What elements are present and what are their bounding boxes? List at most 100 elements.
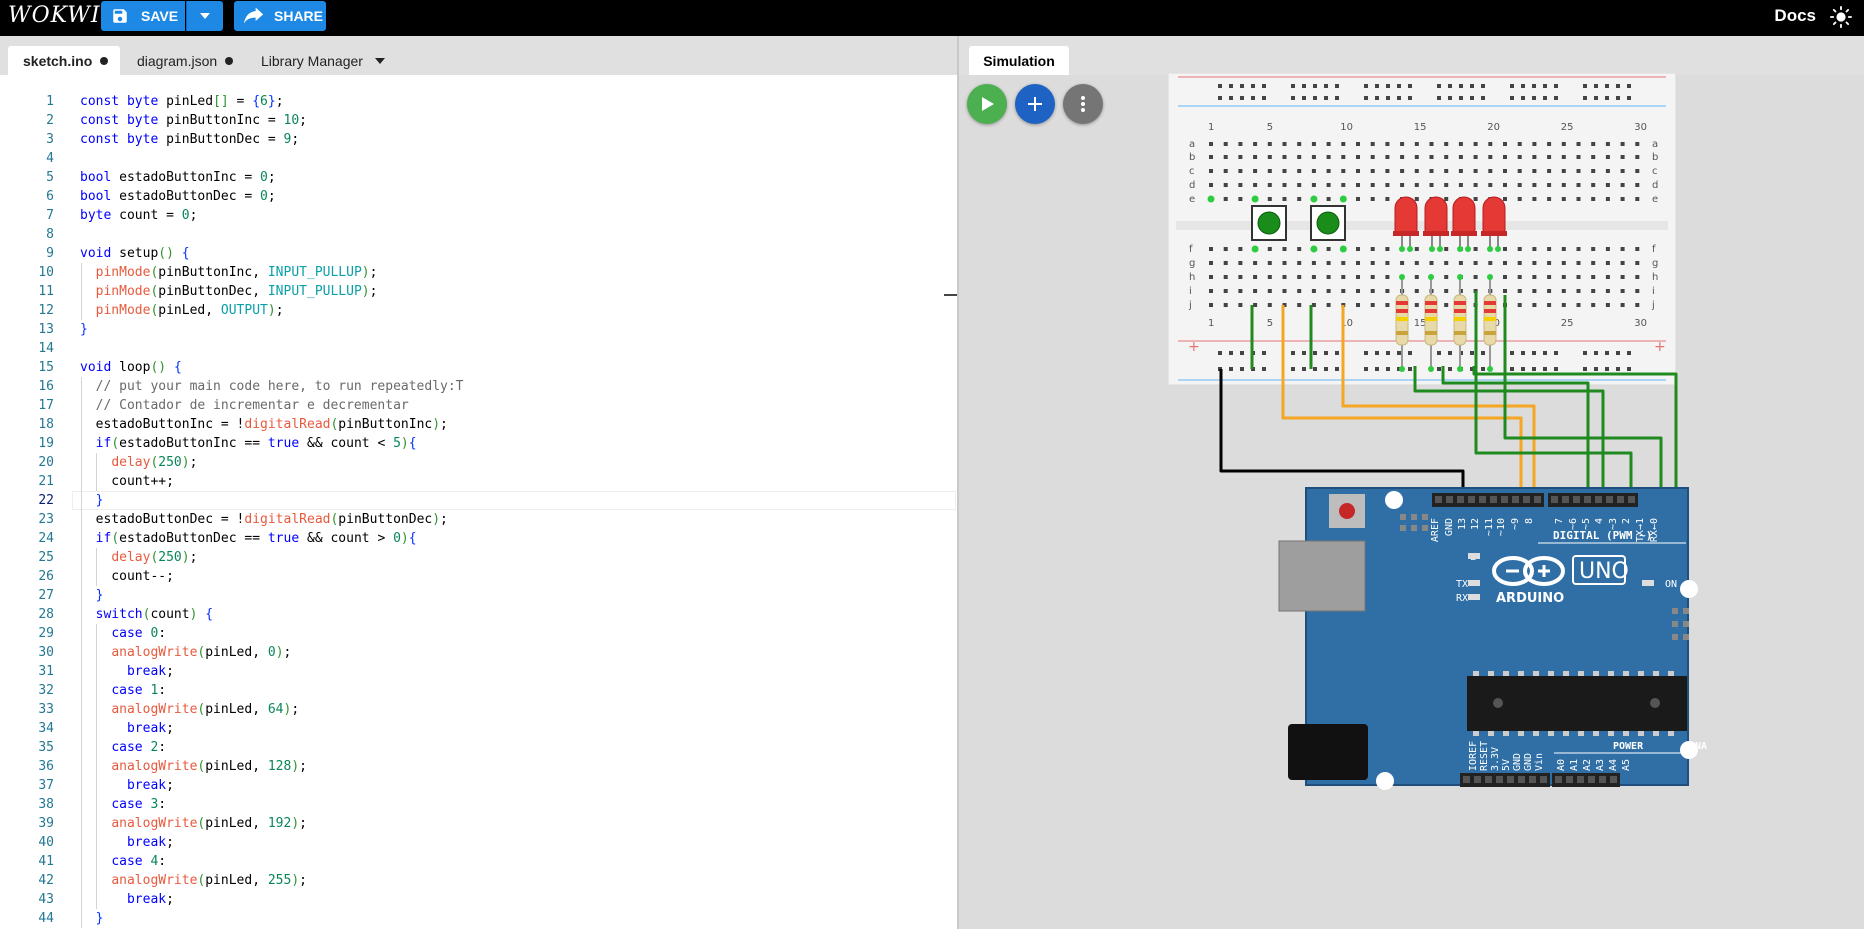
breadboard-hole: [1229, 96, 1233, 100]
breadboard-hole: [1414, 155, 1419, 159]
code-line[interactable]: 37 break;: [0, 776, 957, 795]
breadboard[interactable]: 151015202530 151015202530 aabbccddeeffgg…: [1168, 73, 1677, 386]
code-text: case 3:: [111, 797, 167, 812]
code-line[interactable]: 33 analogWrite(pinLed, 64);: [0, 700, 957, 719]
code-line[interactable]: 35 case 2:: [0, 738, 957, 757]
code-line[interactable]: 27 }: [0, 586, 957, 605]
code-line[interactable]: 1 const byte pinLed[] = {6};: [0, 92, 957, 111]
wire-led2-green: [1441, 366, 1590, 498]
connected-hole-icon: [1495, 246, 1501, 252]
push-button-1[interactable]: [1251, 205, 1287, 241]
theme-sun-icon[interactable]: [1830, 6, 1852, 28]
code-line[interactable]: 10 pinMode(pinButtonInc, INPUT_PULLUP);: [0, 263, 957, 282]
code-line[interactable]: 17 // Contador de incrementar e decremen…: [0, 396, 957, 415]
code-line[interactable]: 22 }: [0, 491, 957, 510]
push-button-2[interactable]: [1310, 205, 1346, 241]
caret-down-icon[interactable]: [374, 57, 385, 64]
start-simulation-button[interactable]: [967, 84, 1007, 124]
breadboard-hole: [1444, 183, 1449, 187]
column-number: 30: [1634, 122, 1647, 133]
breadboard-hole: [1547, 197, 1552, 201]
row-letter: c: [1189, 166, 1195, 177]
breadboard-hole: [1481, 351, 1485, 355]
breadboard-hole: [1429, 169, 1434, 173]
code-line[interactable]: 38 case 3:: [0, 795, 957, 814]
code-text: void loop() {: [80, 360, 182, 375]
code-line[interactable]: 3 const byte pinButtonDec = 9;: [0, 130, 957, 149]
breadboard-hole: [1576, 169, 1581, 173]
code-line[interactable]: 7 byte count = 0;: [0, 206, 957, 225]
code-line[interactable]: 15 void loop() {: [0, 358, 957, 377]
breadboard-hole: [1444, 303, 1449, 307]
code-line[interactable]: 34 break;: [0, 719, 957, 738]
code-line[interactable]: 13}: [0, 320, 957, 339]
code-line[interactable]: 6 bool estadoButtonDec = 0;: [0, 187, 957, 206]
wokwi-logo[interactable]: WOKWI: [8, 3, 101, 28]
editor-scrollbar-marker[interactable]: [944, 294, 957, 296]
save-dropdown-button[interactable]: [186, 1, 223, 31]
code-line[interactable]: 5 bool estadoButtonInc = 0;: [0, 168, 957, 187]
line-number: 36: [38, 759, 54, 774]
code-line[interactable]: 31 break;: [0, 662, 957, 681]
code-line[interactable]: 39 analogWrite(pinLed, 192);: [0, 814, 957, 833]
save-button[interactable]: SAVE: [101, 1, 185, 31]
code-line[interactable]: 8: [0, 225, 957, 244]
code-line[interactable]: 21 count++;: [0, 472, 957, 491]
tab-library-manager[interactable]: Library Manager: [261, 46, 391, 75]
code-text: // Contador de incrementar e decrementar: [95, 398, 409, 413]
breadboard-hole: [1282, 169, 1287, 173]
code-line[interactable]: 36 analogWrite(pinLed, 128);: [0, 757, 957, 776]
code-line[interactable]: 42 analogWrite(pinLed, 255);: [0, 871, 957, 890]
tab-diagram-json[interactable]: diagram.json: [137, 46, 247, 75]
digital-header[interactable]: [1432, 493, 1638, 507]
breadboard-hole: [1517, 275, 1522, 279]
breadboard-hole: [1238, 261, 1243, 265]
code-text: break;: [126, 892, 174, 907]
code-line[interactable]: 23 estadoButtonDec = !digitalRead(pinBut…: [0, 510, 957, 529]
breadboard-hole: [1240, 84, 1244, 88]
docs-link[interactable]: Docs: [1774, 6, 1816, 26]
breadboard-hole: [1591, 183, 1596, 187]
code-line[interactable]: 28 switch(count) {: [0, 605, 957, 624]
code-line[interactable]: 20 delay(250);: [0, 453, 957, 472]
breadboard-hole: [1576, 289, 1581, 293]
code-line[interactable]: 25 delay(250);: [0, 548, 957, 567]
code-line[interactable]: 32 case 1:: [0, 681, 957, 700]
breadboard-hole: [1583, 367, 1587, 371]
code-line[interactable]: 44 }: [0, 909, 957, 928]
tab-sketch-ino[interactable]: sketch.ino: [8, 46, 120, 75]
breadboard-hole: [1297, 275, 1302, 279]
tab-simulation[interactable]: Simulation: [969, 46, 1069, 75]
code-line[interactable]: 18 estadoButtonInc = !digitalRead(pinBut…: [0, 415, 957, 434]
code-line[interactable]: 41 case 4:: [0, 852, 957, 871]
breadboard-hole: [1547, 155, 1552, 159]
analog-header[interactable]: [1552, 773, 1620, 787]
share-button[interactable]: SHARE: [234, 1, 326, 31]
code-line[interactable]: 24 if(estadoButtonDec == true && count >…: [0, 529, 957, 548]
code-line[interactable]: 19 if(estadoButtonInc == true && count <…: [0, 434, 957, 453]
circuit-canvas[interactable]: 151015202530 151015202530 aabbccddeeffgg…: [1168, 73, 1708, 803]
more-options-button[interactable]: [1063, 84, 1103, 124]
code-line[interactable]: 30 analogWrite(pinLed, 0);: [0, 643, 957, 662]
code-line[interactable]: 14: [0, 339, 957, 358]
code-text: byte count = 0;: [80, 208, 198, 223]
code-line[interactable]: 4: [0, 149, 957, 168]
code-line[interactable]: 11 pinMode(pinButtonDec, INPUT_PULLUP);: [0, 282, 957, 301]
code-line[interactable]: 26 count--;: [0, 567, 957, 586]
code-line[interactable]: 9 void setup() {: [0, 244, 957, 263]
breadboard-hole: [1356, 303, 1360, 307]
breadboard-hole: [1635, 303, 1640, 307]
code-line[interactable]: 43 break;: [0, 890, 957, 909]
code-line[interactable]: 12 pinMode(pinLed, OUTPUT);: [0, 301, 957, 320]
add-part-button[interactable]: [1015, 84, 1055, 124]
reset-button-cap[interactable]: [1339, 503, 1355, 519]
code-line[interactable]: 2 const byte pinButtonInc = 10;: [0, 111, 957, 130]
plus-rail-label-right: +: [1654, 339, 1666, 355]
arduino-uno-board[interactable]: AREF GND 13 12 ~11 ~10 ~9 8 7 ~6 ~5 4 ~3 2 TX→1 RX←0 DI…: [1278, 487, 1708, 790]
breadboard-hole: [1229, 84, 1233, 88]
code-editor[interactable]: 1 const byte pinLed[] = {6}; 2 const byte p…: [0, 92, 957, 929]
power-header[interactable]: [1460, 773, 1550, 787]
code-line[interactable]: 29 case 0:: [0, 624, 957, 643]
code-line[interactable]: 40 break;: [0, 833, 957, 852]
code-line[interactable]: 16 // put your main code here, to run re…: [0, 377, 957, 396]
